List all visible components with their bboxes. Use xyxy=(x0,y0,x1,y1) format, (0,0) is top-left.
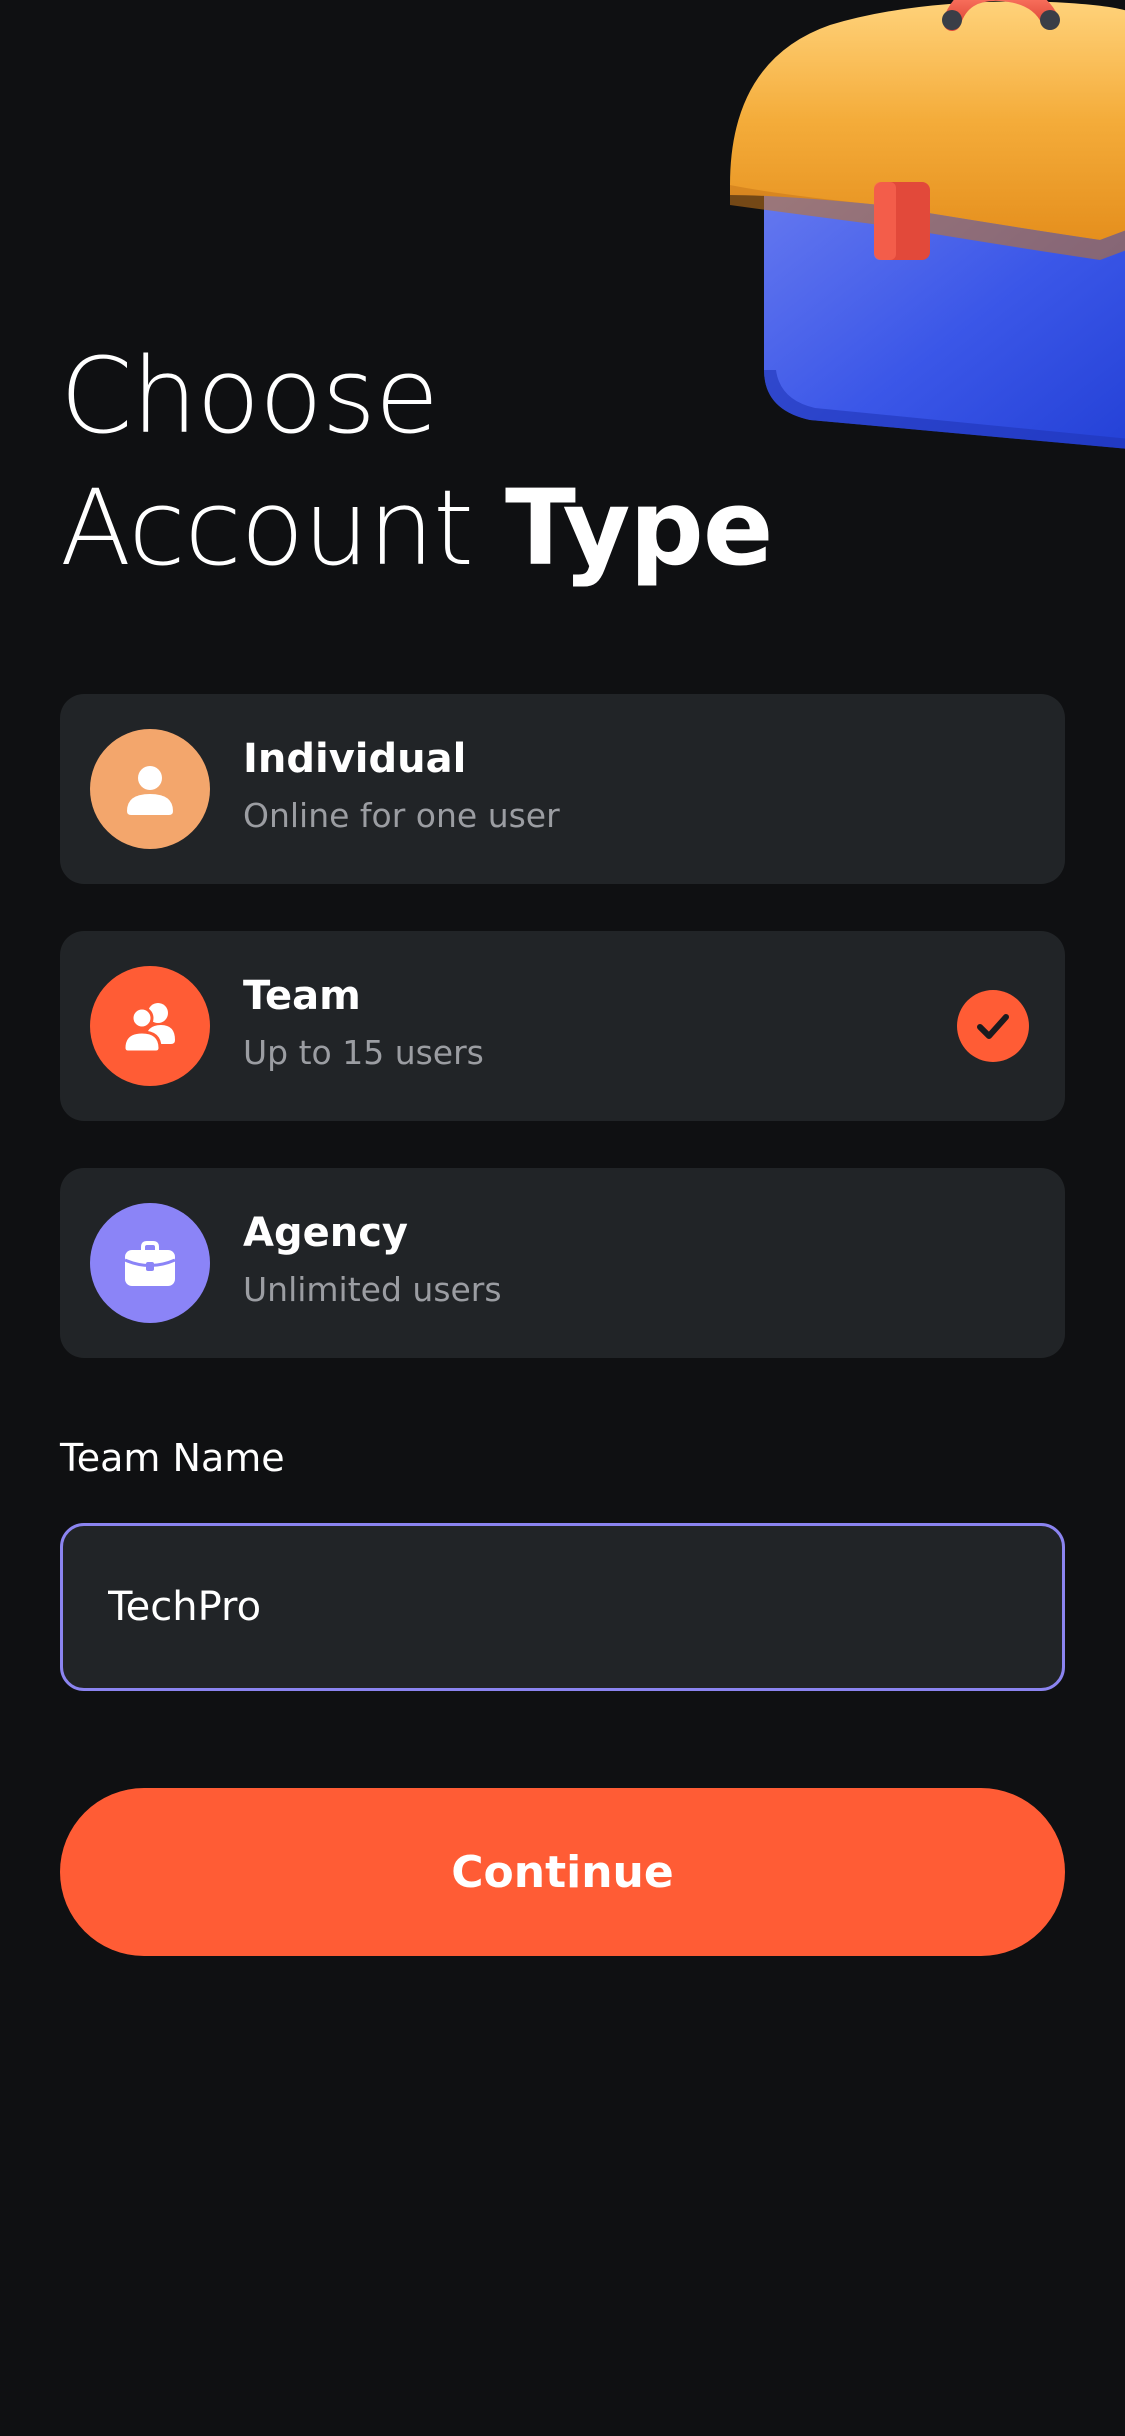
option-title: Individual xyxy=(243,736,467,782)
option-title: Agency xyxy=(243,1210,408,1256)
option-card-team[interactable]: Team Up to 15 users xyxy=(60,931,1065,1121)
option-title: Team xyxy=(243,973,361,1019)
title-bold-word: Type xyxy=(504,467,773,589)
title-line-2: Account Type xyxy=(60,462,773,594)
continue-button[interactable]: Continue xyxy=(60,1788,1065,1956)
team-name-label: Team Name xyxy=(60,1436,285,1480)
title-line-1: Choose xyxy=(60,335,439,457)
option-subtitle: Up to 15 users xyxy=(243,1033,484,1072)
option-card-agency[interactable]: Agency Unlimited users xyxy=(60,1168,1065,1358)
user-icon xyxy=(90,729,210,849)
users-icon xyxy=(90,966,210,1086)
briefcase-icon xyxy=(90,1203,210,1323)
account-type-options: Individual Online for one user Team Up t… xyxy=(60,694,1065,1405)
account-type-screen: Choose Account Type Individual Online fo… xyxy=(0,0,1125,2436)
option-card-individual[interactable]: Individual Online for one user xyxy=(60,694,1065,884)
toolbox-illustration xyxy=(720,0,1125,460)
title-regular-word: Account xyxy=(60,467,474,589)
team-name-input[interactable] xyxy=(60,1523,1065,1691)
page-title: Choose Account Type xyxy=(60,330,773,594)
option-subtitle: Unlimited users xyxy=(243,1270,502,1309)
check-icon xyxy=(957,990,1029,1062)
option-subtitle: Online for one user xyxy=(243,796,560,835)
